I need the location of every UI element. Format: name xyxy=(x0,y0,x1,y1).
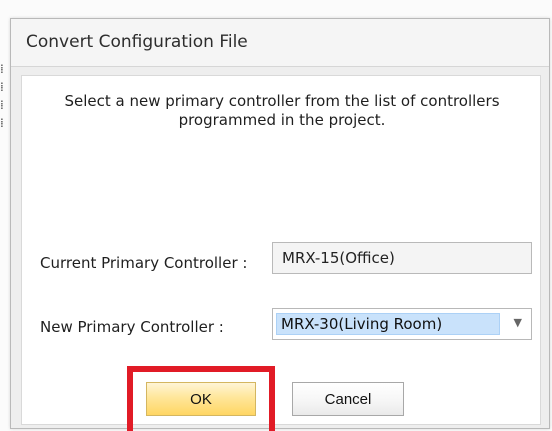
new-controller-selected-value[interactable]: MRX-30(Living Room) xyxy=(276,313,500,335)
background-edge-marks: ⁞ ⁞ ⁞ ⁞ xyxy=(0,60,10,200)
dialog-title: Convert Configuration File xyxy=(11,19,549,67)
convert-configuration-dialog: Convert Configuration File Select a new … xyxy=(10,18,550,431)
cancel-button[interactable]: Cancel xyxy=(292,382,404,416)
background-edge-mark: ⁞ xyxy=(0,116,4,130)
ok-button[interactable]: OK xyxy=(146,382,256,416)
current-controller-field: MRX-15(Office) xyxy=(272,242,532,274)
background-edge-mark: ⁞ xyxy=(0,80,4,94)
chevron-down-icon[interactable]: ▼ xyxy=(514,316,522,329)
background-edge-mark: ⁞ xyxy=(0,62,4,76)
background-edge-mark: ⁞ xyxy=(0,98,4,112)
instructions-text: Select a new primary controller from the… xyxy=(64,92,500,129)
new-controller-label: New Primary Controller : xyxy=(40,318,224,336)
dialog-body: Select a new primary controller from the… xyxy=(21,75,541,431)
current-controller-label: Current Primary Controller : xyxy=(40,254,248,272)
new-controller-select[interactable]: MRX-30(Living Room) ▼ xyxy=(272,308,532,340)
screen: ⁞ ⁞ ⁞ ⁞ Convert Configuration File Selec… xyxy=(0,0,552,431)
